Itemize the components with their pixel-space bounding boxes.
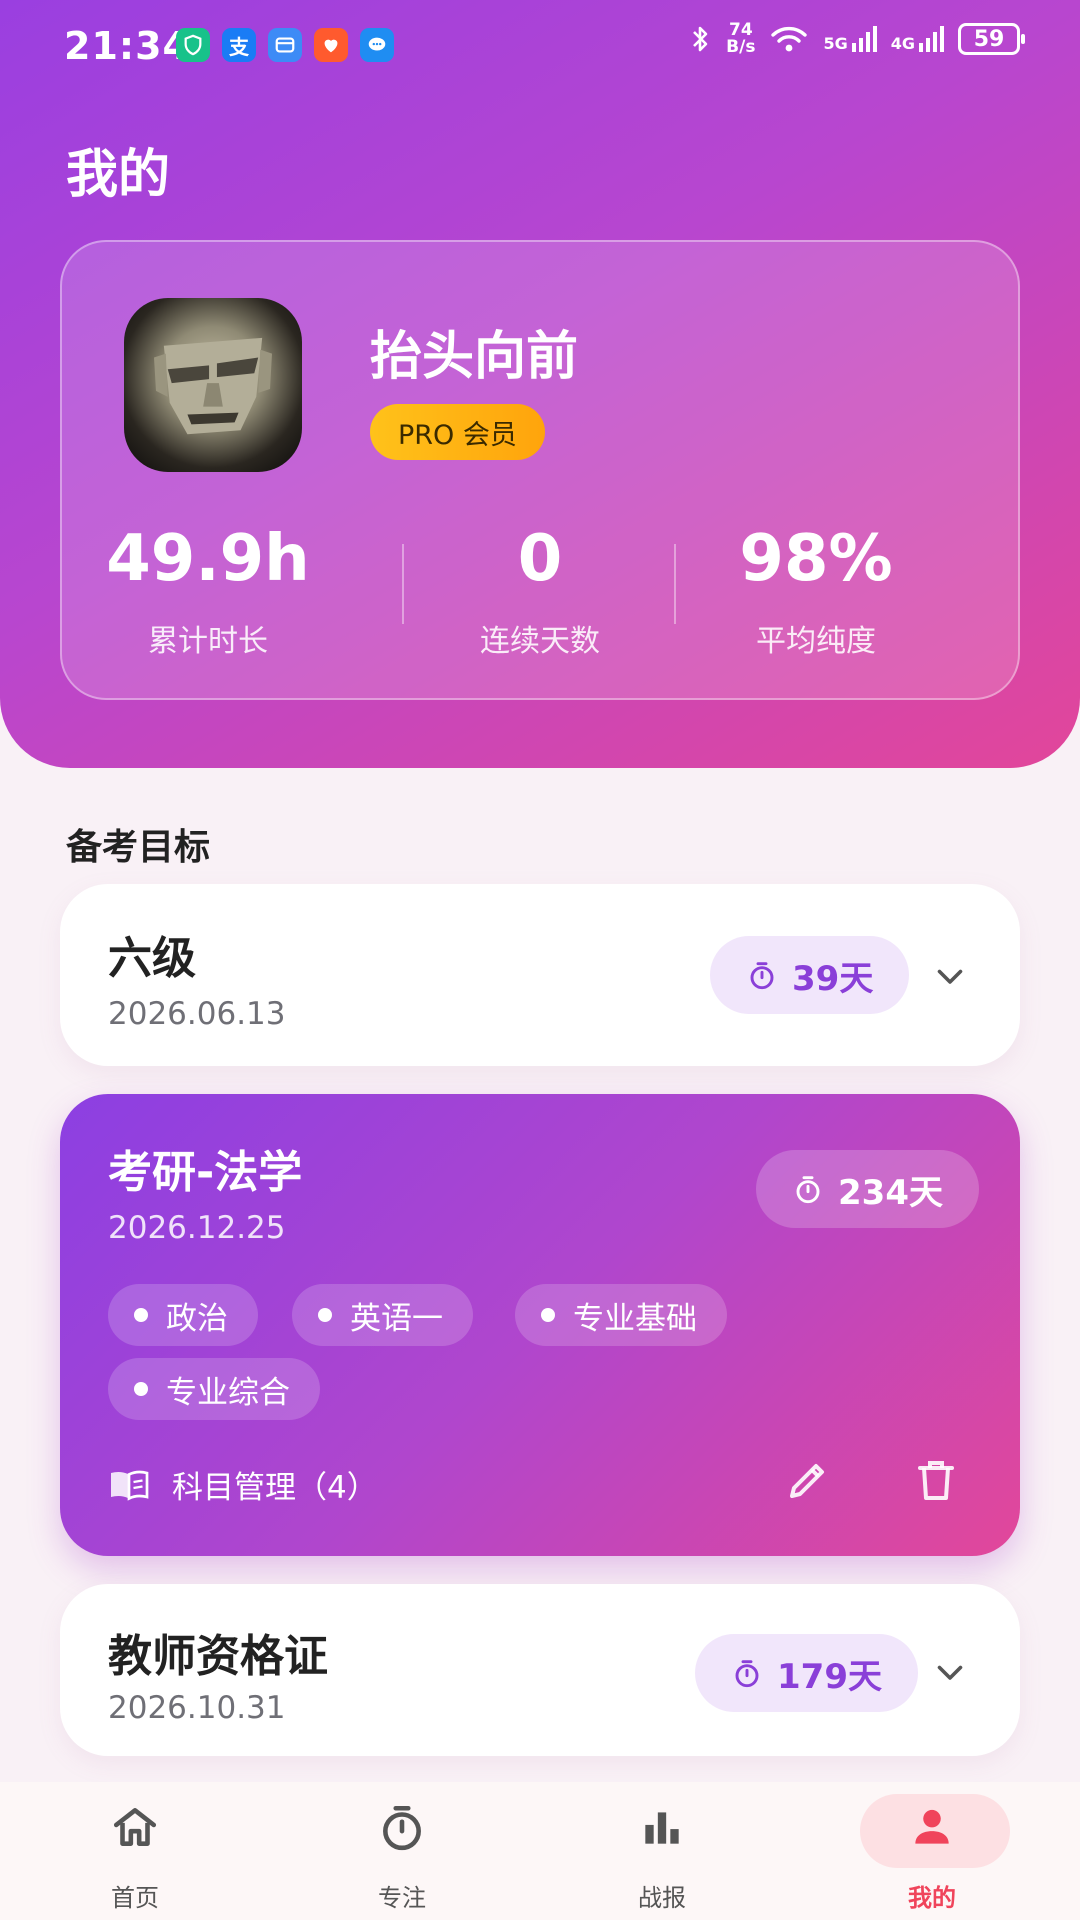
wallet-icon [268,28,302,62]
tab-label: 专注 [378,1884,426,1912]
tab-focus[interactable]: 专注 [322,1782,482,1920]
heart-app-icon [314,28,348,62]
status-time: 21:34 [64,24,190,68]
subject-tag[interactable]: 专业综合 [108,1358,320,1420]
stat-label: 连续天数 [480,624,600,659]
alipay-icon: 支 [222,28,256,62]
goal-card-cet6[interactable]: 六级 2026.06.13 39天 [60,884,1020,1066]
goal-date: 2026.12.25 [108,1210,286,1246]
timer-icon [750,962,774,990]
stat-streak-days: 0 连续天数 [400,522,680,660]
tab-label: 首页 [111,1884,159,1912]
status-bar: 21:34 支 74 B/s 5G 4G 59 [0,0,1080,94]
stopwatch-icon [383,1805,421,1851]
subject-management-button[interactable]: 科目管理（4） [108,1462,378,1507]
subject-tag-label: 专业基础 [573,1300,697,1337]
stat-avg-purity: 98% 平均纯度 [676,522,956,660]
countdown-badge: 179天 [695,1634,918,1712]
person-icon [915,1809,949,1844]
chevron-down-icon[interactable] [932,958,968,994]
avatar[interactable] [124,298,302,472]
tab-label: 我的 [908,1884,956,1912]
home-icon [113,1808,157,1846]
book-icon [111,1470,149,1501]
tag-dot [541,1308,555,1322]
chevron-down-icon[interactable] [932,1654,968,1690]
page-title: 我的 [66,145,171,205]
stat-label: 累计时长 [148,624,268,659]
timer-icon [735,1660,759,1688]
notification-icons: 支 [176,28,394,62]
tab-label: 战报 [638,1884,686,1912]
subject-tag[interactable]: 政治 [108,1284,258,1346]
signal-5g-label: 5G [823,34,848,53]
shield-icon [176,28,210,62]
tag-dot [134,1308,148,1322]
goal-name: 教师资格证 [108,1631,328,1682]
countdown-badge: 234天 [756,1150,979,1228]
stat-total-duration: 49.9h 累计时长 [68,522,348,660]
bronze-mask-image [154,337,272,435]
stat-value: 0 [517,522,563,596]
profile-card[interactable]: 抬头向前 PRO 会员 49.9h 累计时长 0 连续天数 98% 平均纯度 [60,240,1020,700]
edit-icon[interactable] [784,1456,832,1504]
subject-management-label: 科目管理（4） [172,1470,378,1506]
tag-dot [318,1308,332,1322]
section-title-exam-goals: 备考目标 [66,827,211,868]
countdown-days: 179天 [777,1656,882,1697]
pro-member-badge[interactable]: PRO 会员 [370,404,545,460]
trash-icon[interactable] [912,1456,960,1504]
net-speed: 74 B/s [726,22,755,56]
tab-report[interactable]: 战报 [582,1782,742,1920]
goal-date: 2026.06.13 [108,996,286,1032]
stat-value: 49.9h [106,522,310,596]
tab-mine[interactable]: 我的 [852,1782,1012,1920]
bar-chart-icon [645,1812,679,1844]
countdown-days: 39天 [792,958,874,999]
wifi-icon [771,26,808,52]
tab-home[interactable]: 首页 [55,1782,215,1920]
subject-tag-label: 政治 [166,1300,228,1337]
chat-app-icon [360,28,394,62]
goal-name: 考研-法学 [108,1147,303,1198]
goal-date: 2026.10.31 [108,1690,286,1726]
signal-5g-icon: 5G [823,25,877,53]
system-indicators: 74 B/s 5G 4G 59 [688,22,1025,56]
countdown-days: 234天 [838,1172,943,1213]
stat-value: 98% [739,522,893,596]
net-speed-unit: B/s [726,37,756,57]
subject-tag-label: 专业综合 [166,1374,290,1411]
goal-name: 六级 [108,933,196,984]
subject-tag-label: 英语一 [350,1300,443,1337]
bottom-tab-bar: 首页 专注 战报 我的 [0,1782,1080,1920]
subject-tag[interactable]: 英语一 [292,1284,473,1346]
timer-icon [796,1176,820,1204]
stat-label: 平均纯度 [756,624,876,659]
countdown-badge: 39天 [710,936,910,1014]
subject-tag[interactable]: 专业基础 [515,1284,727,1346]
username: 抬头向前 [370,327,579,387]
battery-indicator: 59 [958,23,1025,55]
goal-card-law-postgrad[interactable]: 考研-法学 2026.12.25 234天 政治 英语一 专业基础 专业综合 科… [60,1094,1020,1556]
signal-4g-icon: 4G [891,25,944,53]
bluetooth-icon [693,26,708,52]
signal-4g-label: 4G [890,34,915,53]
tag-dot [134,1382,148,1396]
goal-card-teacher-cert[interactable]: 教师资格证 2026.10.31 179天 [60,1584,1020,1756]
